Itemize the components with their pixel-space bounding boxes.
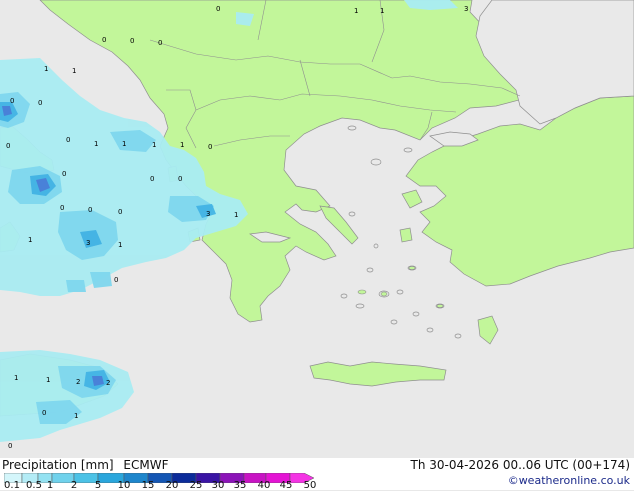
- point-value: 0: [216, 5, 220, 13]
- point-value: 1: [234, 211, 238, 219]
- island: [340, 293, 348, 299]
- point-value: 0: [130, 37, 134, 45]
- point-value: 1: [122, 140, 126, 148]
- legend-tick-label: 5: [94, 480, 102, 491]
- point-value: 0: [150, 175, 154, 183]
- point-value: 1: [94, 140, 98, 148]
- island: [380, 291, 388, 297]
- island: [390, 319, 398, 325]
- legend-tick-label: 15: [141, 480, 155, 491]
- chios-landmass: [399, 227, 413, 243]
- valid-time: Th 30-04-2026 00..06 UTC (00+174): [410, 458, 630, 472]
- island: [408, 266, 416, 270]
- point-value: 1: [152, 141, 156, 149]
- point-value: 0: [118, 208, 122, 216]
- island: [436, 304, 444, 308]
- island: [355, 303, 365, 309]
- legend-variable: Precipitation [mm]: [2, 458, 114, 472]
- point-value: 0: [62, 170, 66, 178]
- point-value: 3: [86, 239, 90, 247]
- point-value: 1: [14, 374, 18, 382]
- island: [454, 333, 462, 339]
- credit-link[interactable]: ©weatheronline.co.uk: [508, 474, 630, 487]
- point-value: 0: [38, 99, 42, 107]
- legend-tick-label: 45: [279, 480, 293, 491]
- point-value: 0: [66, 136, 70, 144]
- island: [348, 211, 356, 217]
- legend-tick-label: 50: [303, 480, 317, 491]
- legend-tick-label: 30: [211, 480, 225, 491]
- legend-tick-label: 0.5: [26, 480, 42, 491]
- legend-title: Precipitation [mm] ECMWF: [2, 458, 168, 472]
- point-value: 3: [206, 210, 210, 218]
- legend-tick-label: 25: [189, 480, 203, 491]
- point-value: 0: [178, 175, 182, 183]
- point-value: 1: [72, 67, 76, 75]
- point-value: 0: [102, 36, 106, 44]
- island: [403, 147, 413, 153]
- point-value: 0: [42, 409, 46, 417]
- point-value: 2: [76, 378, 80, 386]
- point-value: 0: [88, 206, 92, 214]
- legend-tick-label: 0.1: [4, 480, 20, 491]
- point-value: 3: [464, 5, 468, 13]
- legend-model: ECMWF: [123, 458, 169, 472]
- point-value: 1: [28, 236, 32, 244]
- legend-tick-label: 2: [70, 480, 78, 491]
- point-value: 0: [114, 276, 118, 284]
- island: [426, 327, 434, 333]
- point-value: 1: [380, 7, 384, 15]
- legend-tick-label: 35: [233, 480, 247, 491]
- legend-tick-label: 1: [46, 480, 54, 491]
- point-value: 0: [60, 204, 64, 212]
- point-value: 1: [74, 412, 78, 420]
- island: [412, 311, 420, 317]
- point-value: 1: [118, 241, 122, 249]
- point-value: 0: [158, 39, 162, 47]
- weather-map: 0 1 1 3 0 0 0 1 1 0 0 0 0 1 1 1 1 0 0 0 …: [0, 0, 634, 460]
- island: [357, 289, 367, 295]
- legend-tick-label: 40: [257, 480, 271, 491]
- island: [396, 289, 404, 295]
- point-value: 2: [106, 379, 110, 387]
- point-value: 1: [46, 376, 50, 384]
- point-value: 0: [208, 143, 212, 151]
- legend-footer: Precipitation [mm] ECMWF Th 30-04-2026 0…: [0, 458, 634, 491]
- point-value: 1: [354, 7, 358, 15]
- point-value: 0: [8, 442, 12, 450]
- legend-tick-label: 20: [165, 480, 179, 491]
- point-value: 0: [10, 97, 14, 105]
- island: [370, 158, 382, 166]
- island: [373, 243, 379, 249]
- point-value: 1: [180, 141, 184, 149]
- island: [366, 267, 374, 273]
- point-value: 0: [6, 142, 10, 150]
- island: [347, 125, 357, 131]
- legend-tick-label: 10: [117, 480, 131, 491]
- point-value: 1: [44, 65, 48, 73]
